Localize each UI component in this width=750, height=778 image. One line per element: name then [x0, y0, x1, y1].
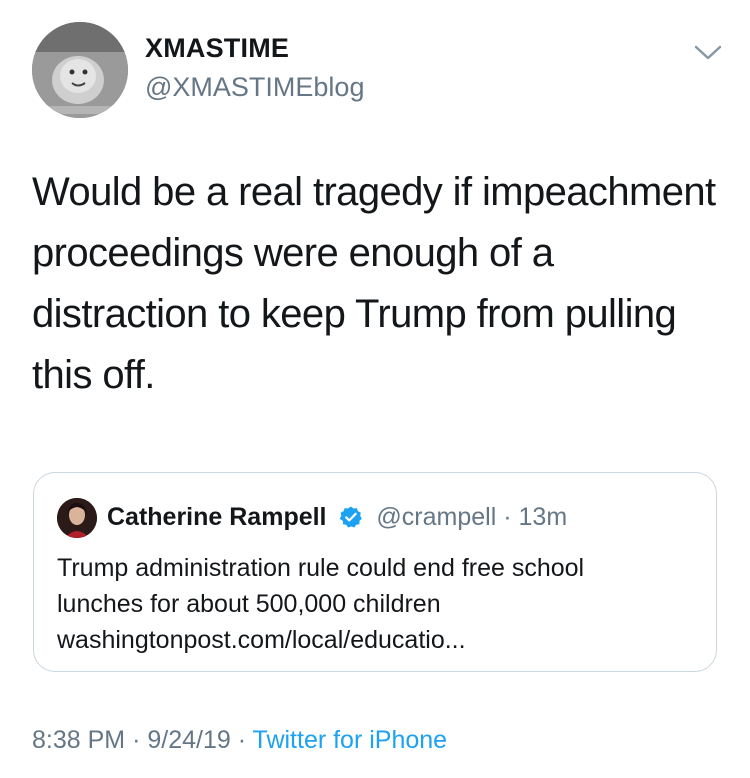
quoted-text-line: lunches for about 500,000 children — [57, 590, 441, 618]
author-avatar[interactable] — [32, 22, 128, 118]
separator-dot: · — [503, 503, 512, 531]
tweet-text: Would be a real tragedy if impeachment p… — [32, 170, 716, 397]
separator-dot: · — [237, 726, 247, 754]
quoted-tweet-card[interactable]: Catherine Rampell @crampell · 13m Trump … — [33, 472, 717, 672]
tweet-date[interactable]: 9/24/19 — [147, 726, 230, 754]
quoted-text-line: Trump administration rule could end free… — [57, 554, 585, 582]
profile-photo-icon — [57, 498, 97, 538]
chevron-down-icon[interactable] — [694, 44, 722, 62]
quoted-author-avatar — [57, 498, 97, 538]
quoted-tweet-header: Catherine Rampell @crampell · 13m — [107, 501, 567, 533]
quoted-text-link[interactable]: washingtonpost.com/local/educatio... — [57, 622, 697, 658]
verified-badge-icon — [340, 506, 363, 528]
quoted-tweet-time[interactable]: 13m — [519, 503, 568, 531]
author-handle[interactable]: @XMASTIMEblog — [145, 72, 364, 103]
tweet-meta: 8:38 PM · 9/24/19 · Twitter for iPhone — [32, 726, 447, 755]
quoted-tweet-text: Trump administration rule could end free… — [57, 550, 697, 658]
tweet-time[interactable]: 8:38 PM — [32, 726, 125, 754]
tweet-source-link[interactable]: Twitter for iPhone — [253, 726, 448, 754]
separator-dot: · — [132, 726, 141, 754]
author-display-name[interactable]: XMASTIME — [145, 33, 289, 64]
profile-photo-icon — [32, 22, 128, 118]
quoted-author-name[interactable]: Catherine Rampell — [107, 503, 327, 531]
quoted-author-handle[interactable]: @crampell — [376, 503, 496, 531]
